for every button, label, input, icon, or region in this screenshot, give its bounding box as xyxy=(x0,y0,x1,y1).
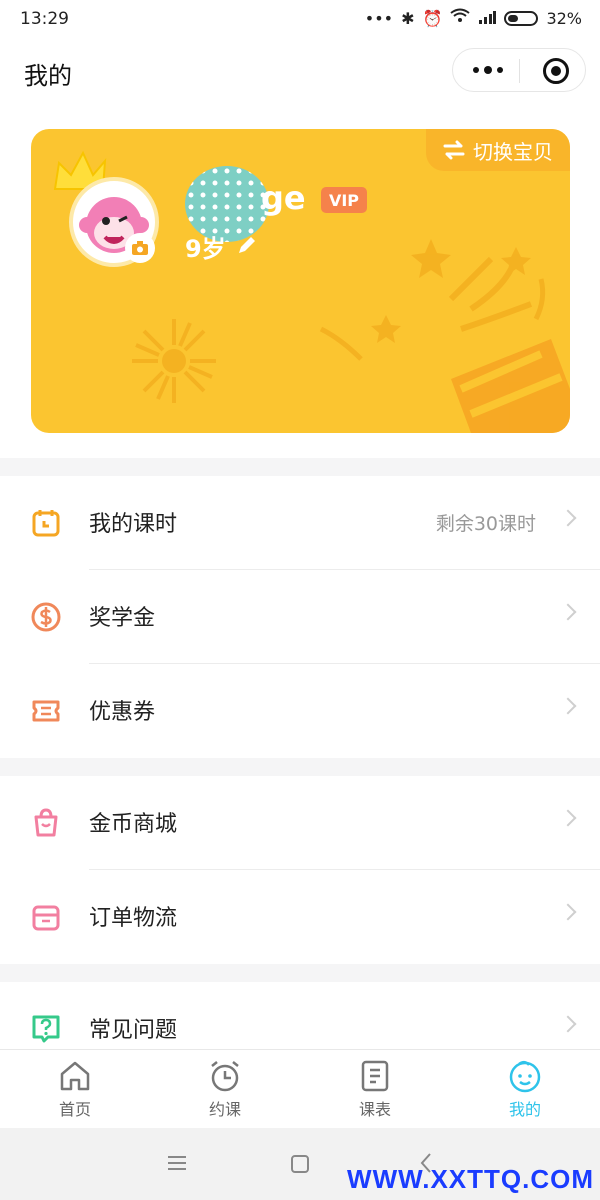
baby-face-icon xyxy=(509,1061,541,1093)
tab-bar: 首页 约课 课表 我的 xyxy=(0,1049,600,1128)
menu-item-label: 金币商城 xyxy=(89,812,178,837)
remaining-lessons: 剩余30课时 xyxy=(435,513,536,535)
tab-label: 首页 xyxy=(58,1100,91,1119)
page-header: 我的 xyxy=(0,38,600,108)
menu-item-label: 奖学金 xyxy=(89,606,156,631)
baby-age: 9岁 xyxy=(185,235,226,263)
tab-label: 约课 xyxy=(208,1100,241,1119)
edit-pencil-icon[interactable] xyxy=(235,233,259,257)
menu-item-label: 优惠券 xyxy=(89,700,156,725)
change-photo-button[interactable] xyxy=(125,233,155,263)
menu-item-label: 我的课时 xyxy=(89,512,178,537)
chevron-right-icon xyxy=(559,1015,577,1033)
menu-item-coupons[interactable]: 优惠券 xyxy=(0,664,600,758)
tab-label: 我的 xyxy=(508,1100,541,1119)
more-dots-icon: ••• xyxy=(364,8,394,28)
capsule-divider xyxy=(519,59,520,83)
camera-icon xyxy=(132,241,148,255)
tab-mine[interactable]: 我的 xyxy=(450,1058,600,1120)
profile-card: 切换宝贝 ge VIP 9岁 xyxy=(31,129,570,433)
menu-item-orders[interactable]: 订单物流 xyxy=(0,870,600,964)
chevron-right-icon xyxy=(559,697,577,715)
card-decoration xyxy=(132,239,570,433)
chevron-right-icon xyxy=(559,509,577,527)
signal-icon xyxy=(478,9,497,28)
vip-badge: VIP xyxy=(321,187,367,213)
tab-schedule[interactable]: 课表 xyxy=(300,1058,450,1120)
menu-item-label: 订单物流 xyxy=(89,906,178,931)
status-time: 13:29 xyxy=(20,9,69,29)
battery-percent: 32% xyxy=(546,8,582,28)
baby-name: ge xyxy=(261,179,306,217)
alarm-icon: ⏰ xyxy=(422,8,443,28)
more-menu-button[interactable] xyxy=(473,66,503,74)
shopping-bag-icon xyxy=(34,808,58,837)
tab-booking[interactable]: 约课 xyxy=(150,1058,300,1120)
menu-item-my-lessons[interactable]: 我的课时 剩余30课时 xyxy=(0,476,600,570)
chevron-right-icon xyxy=(559,903,577,921)
alarm-clock-icon xyxy=(211,1061,239,1092)
home-icon xyxy=(60,1061,90,1091)
watermark: WWW.XXTTQ.COM xyxy=(347,1164,594,1194)
notebook-icon xyxy=(361,1060,389,1092)
menu-item-label: 常见问题 xyxy=(89,1018,178,1043)
status-bar: 13:29 ••• ✱ ⏰ 32% xyxy=(0,0,600,38)
calendar-clock-icon xyxy=(32,510,60,537)
tab-label: 课表 xyxy=(358,1100,391,1119)
swap-arrows-icon xyxy=(443,140,465,160)
status-icons: ••• ✱ ⏰ 32% xyxy=(365,8,582,28)
tab-home[interactable]: 首页 xyxy=(0,1058,150,1120)
page-title: 我的 xyxy=(24,62,72,90)
wifi-icon xyxy=(450,8,471,28)
battery-icon xyxy=(504,10,539,26)
switch-baby-label: 切换宝贝 xyxy=(473,139,553,164)
home-square-icon[interactable] xyxy=(290,1154,310,1174)
menu-group-shop: 金币商城 订单物流 xyxy=(0,776,600,964)
chevron-right-icon xyxy=(559,603,577,621)
menu-item-coin-mall[interactable]: 金币商城 xyxy=(0,776,600,870)
mini-program-capsule xyxy=(452,48,586,92)
box-icon xyxy=(32,905,60,931)
dollar-coin-icon xyxy=(31,602,61,632)
menu-group-account: 我的课时 剩余30课时 奖学金 优惠券 xyxy=(0,476,600,758)
ticket-icon xyxy=(32,700,60,722)
menu-item-scholarship[interactable]: 奖学金 xyxy=(0,570,600,664)
close-target-button[interactable] xyxy=(543,58,569,84)
switch-baby-button[interactable]: 切换宝贝 xyxy=(426,129,570,171)
question-icon xyxy=(32,1015,60,1043)
menu-icon[interactable] xyxy=(166,1154,188,1172)
chevron-right-icon xyxy=(559,809,577,827)
bluetooth-icon: ✱ xyxy=(401,8,415,28)
